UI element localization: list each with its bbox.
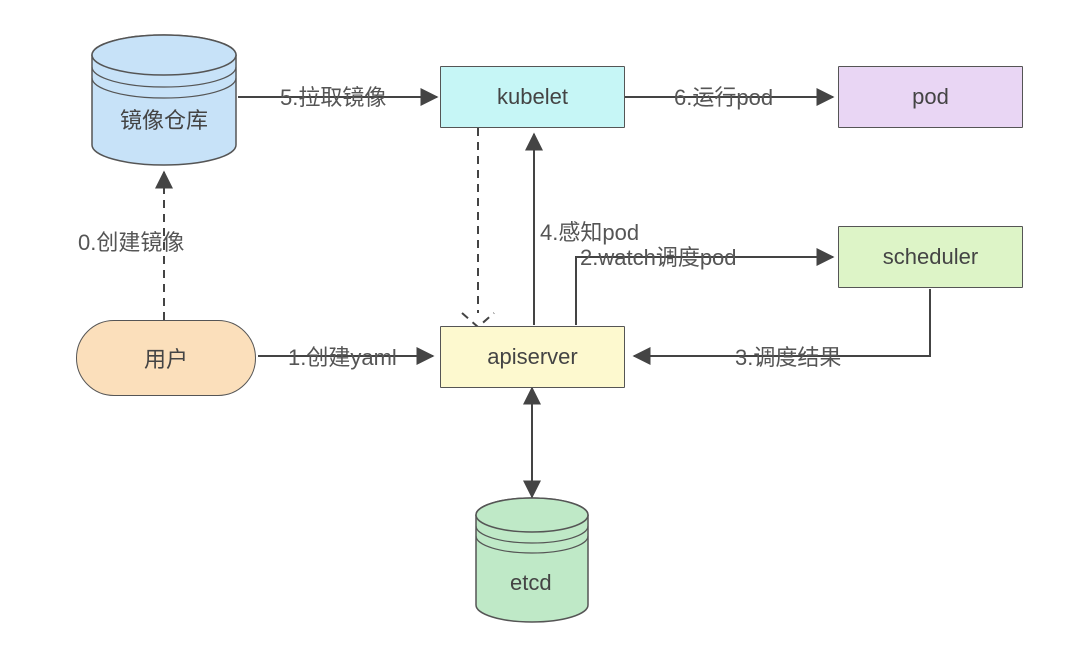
- edge-step3-label: 3.调度结果: [735, 340, 841, 372]
- user-node: 用户: [76, 320, 256, 396]
- edge-step1-label: 1.创建yaml: [288, 340, 397, 372]
- user-label: 用户: [144, 342, 188, 374]
- scheduler-node: scheduler: [838, 226, 1023, 288]
- edge-step6-label: 6.运行pod: [674, 80, 773, 112]
- pod-node: pod: [838, 66, 1023, 128]
- scheduler-label: scheduler: [883, 244, 978, 270]
- apiserver-node: apiserver: [440, 326, 625, 388]
- edge-step4-label: 4.感知pod: [540, 215, 639, 247]
- image-repo-label: 镜像仓库: [120, 103, 208, 135]
- image-repo-db-icon: [92, 35, 236, 165]
- kubelet-label: kubelet: [497, 84, 568, 110]
- kubelet-node: kubelet: [440, 66, 625, 128]
- edge-step5-label: 5.拉取镜像: [280, 80, 386, 112]
- apiserver-label: apiserver: [487, 344, 577, 370]
- etcd-label: etcd: [510, 570, 552, 596]
- pod-label: pod: [912, 84, 949, 110]
- edge-step0-label: 0.创建镜像: [78, 225, 184, 257]
- etcd-db-icon: [476, 498, 588, 622]
